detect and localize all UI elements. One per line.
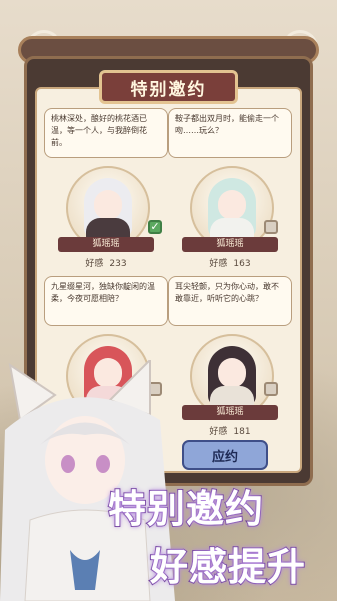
eye-right — [96, 455, 110, 473]
select-checkbox[interactable] — [264, 220, 278, 234]
character-name: 狐瑶瑶 — [182, 237, 278, 252]
character-name: 狐瑶瑶 — [58, 237, 154, 252]
favor-label: 好感 — [209, 427, 228, 437]
favor-value: 181 — [233, 427, 251, 437]
invite-text-bubble: 九星缀星河，独缺你靛闲的温柔，今夜可愿相陪？ — [44, 276, 168, 326]
invite-card-1[interactable]: 桃林深处，酿好的桃花酒已温，等一个人，与我醉倒花前。 ✓ 狐瑶瑶 好感 233 — [44, 108, 168, 276]
invite-text-bubble: 桃林深处，酿好的桃花酒已温，等一个人，与我醉倒花前。 — [44, 108, 168, 158]
favor-row: 好感 233 — [44, 257, 168, 271]
character-face — [218, 358, 246, 388]
slogan-line-2: 好感提升 — [149, 544, 307, 590]
favor-value: 233 — [109, 259, 127, 269]
character-face — [218, 190, 246, 220]
favor-value: 163 — [233, 259, 251, 269]
accept-button[interactable]: 应约 — [182, 440, 268, 470]
select-checkbox[interactable]: ✓ — [148, 220, 162, 234]
character-name: 狐瑶瑶 — [182, 405, 278, 420]
favor-row: 好感 181 — [168, 425, 292, 439]
invite-text-bubble: 鞍子都出双月时，能偷走一个吻……玩么？ — [168, 108, 292, 158]
invite-card-4[interactable]: 耳尖轻颤，只为你心动，敢不敢靠近，听听它的心跳？ 狐瑶瑶 好感 181 — [168, 276, 292, 444]
select-checkbox[interactable] — [264, 382, 278, 396]
invite-card-2[interactable]: 鞍子都出双月时，能偷走一个吻……玩么？ 狐瑶瑶 好感 163 — [168, 108, 292, 276]
favor-label: 好感 — [209, 259, 228, 269]
favor-row: 好感 163 — [168, 257, 292, 271]
eye-left — [61, 455, 75, 473]
panel-title-banner: 特别邀约 — [99, 70, 238, 104]
character-face — [94, 190, 122, 220]
panel-title: 特别邀约 — [130, 79, 207, 100]
invite-text-bubble: 耳尖轻颤，只为你心动，敢不敢靠近，听听它的心跳？ — [168, 276, 292, 326]
favor-label: 好感 — [85, 259, 104, 269]
slogan-line-1: 特别邀约 — [107, 486, 265, 532]
